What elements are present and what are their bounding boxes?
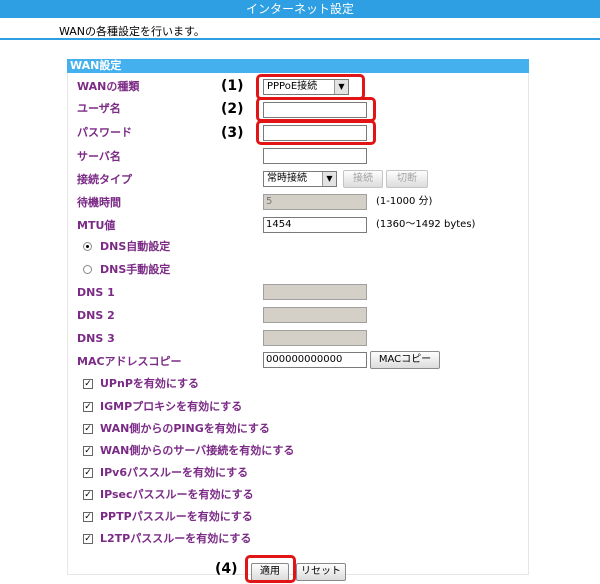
wan-ping-label: WAN側からのPINGを有効にする [100, 422, 270, 435]
wan-server-connection-label: WAN側からのサーバ接続を有効にする [100, 444, 295, 457]
callout-1-number: (1) [221, 78, 244, 94]
username-label: ユーザ名 [77, 102, 121, 115]
callout-3-number: (3) [221, 125, 244, 141]
upnp-label: UPnPを有効にする [100, 377, 199, 390]
mac-copy-label: MACアドレスコピー [77, 355, 182, 368]
page-header: インターネット設定 [0, 0, 600, 18]
page-description: WANの各種設定を行います。 [59, 25, 205, 38]
ipsec-passthrough-label: IPsecパススルーを有効にする [100, 488, 254, 501]
dns1-label: DNS 1 [77, 286, 115, 299]
dns-manual-label: DNS手動設定 [100, 263, 171, 276]
pptp-passthrough-label: PPTPパススルーを有効にする [100, 510, 253, 523]
igmp-proxy-checkbox[interactable]: ✓ [83, 402, 93, 412]
dns3-label: DNS 3 [77, 332, 115, 345]
idle-time-input[interactable]: 5 [263, 194, 367, 210]
server-name-label: サーバ名 [77, 150, 121, 163]
chevron-down-icon: ▼ [322, 172, 336, 186]
mtu-input[interactable]: 1454 [263, 217, 367, 233]
dns1-input[interactable] [263, 284, 367, 300]
dns-auto-radio[interactable] [83, 242, 92, 251]
wan-type-label: WANの種類 [77, 80, 140, 93]
dns2-label: DNS 2 [77, 309, 115, 322]
l2tp-passthrough-checkbox[interactable]: ✓ [83, 534, 93, 544]
ipv6-passthrough-label: IPv6パススルーを有効にする [100, 466, 249, 479]
callout-3-box [256, 120, 376, 145]
connection-type-value: 常時接続 [267, 173, 307, 184]
ipv6-passthrough-checkbox[interactable]: ✓ [83, 468, 93, 478]
header-separator [0, 38, 600, 40]
dns3-input[interactable] [263, 330, 367, 346]
wan-ping-checkbox[interactable]: ✓ [83, 424, 93, 434]
callout-4-box [245, 555, 296, 583]
mac-address-input[interactable]: 000000000000 [263, 352, 367, 368]
ipsec-passthrough-checkbox[interactable]: ✓ [83, 490, 93, 500]
mtu-note: (1360〜1492 bytes) [376, 219, 476, 230]
dns-manual-radio[interactable] [83, 265, 92, 274]
callout-4-number: (4) [215, 561, 238, 577]
igmp-proxy-label: IGMPプロキシを有効にする [100, 400, 243, 413]
pptp-passthrough-checkbox[interactable]: ✓ [83, 512, 93, 522]
mac-copy-button[interactable]: MACコピー [370, 351, 440, 369]
disconnect-button[interactable]: 切断 [386, 170, 428, 188]
l2tp-passthrough-label: L2TPパススルーを有効にする [100, 532, 252, 545]
mtu-label: MTU値 [77, 219, 116, 232]
idle-time-label: 待機時間 [77, 196, 121, 209]
password-label: パスワード [77, 126, 132, 139]
dns2-input[interactable] [263, 307, 367, 323]
section-title: WAN設定 [67, 59, 529, 73]
dns-auto-label: DNS自動設定 [100, 240, 171, 253]
connection-type-label: 接続タイプ [77, 173, 132, 186]
connect-button[interactable]: 接続 [343, 170, 383, 188]
idle-time-note: (1-1000 分) [376, 196, 433, 207]
connection-type-select[interactable]: 常時接続 ▼ [263, 171, 337, 187]
upnp-checkbox[interactable]: ✓ [83, 379, 93, 389]
server-name-input[interactable] [263, 148, 367, 164]
reset-button[interactable]: リセット [296, 563, 346, 581]
callout-2-box [256, 97, 376, 122]
wan-server-connection-checkbox[interactable]: ✓ [83, 446, 93, 456]
callout-2-number: (2) [221, 101, 244, 117]
